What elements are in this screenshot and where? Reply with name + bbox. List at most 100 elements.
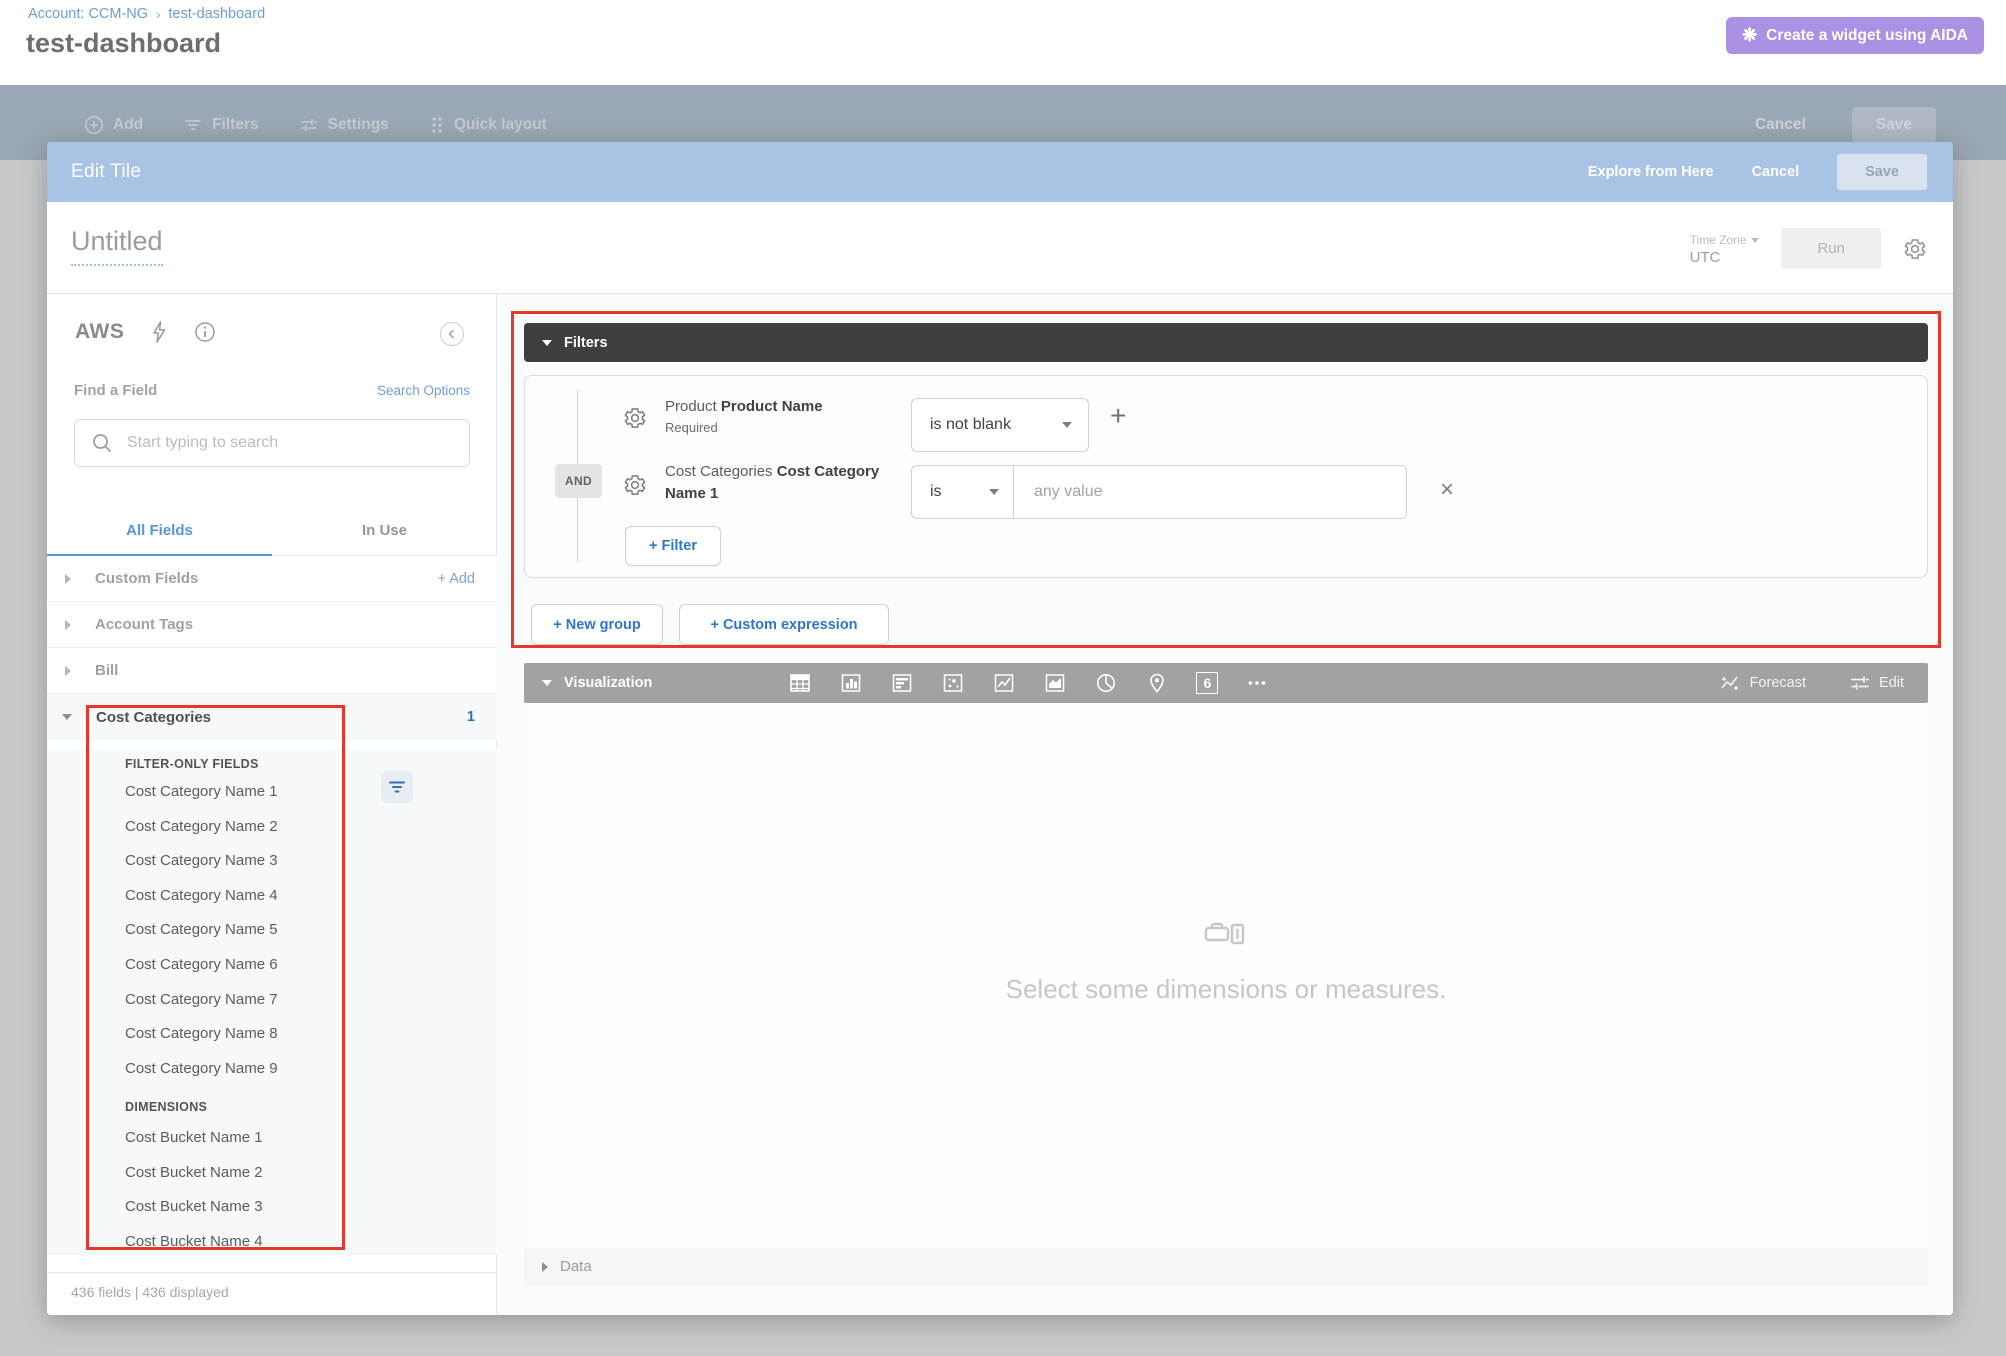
toolbar-save-button[interactable]: Save (1852, 107, 1936, 143)
chevron-down-icon (62, 714, 72, 720)
field-item[interactable]: Cost Category Name 3 (125, 844, 278, 879)
filter-operator-select[interactable]: is (912, 466, 1014, 518)
field-item[interactable]: Cost Bucket Name 1 (125, 1121, 263, 1156)
create-widget-aida-button[interactable]: ❋ Create a widget using AIDA (1726, 17, 1984, 54)
field-item[interactable]: Cost Bucket Name 3 (125, 1190, 263, 1225)
cost-categories-expanded-panel: FILTER-ONLY FIELDS Cost Category Name 1 … (47, 749, 497, 1255)
aida-button-label: Create a widget using AIDA (1766, 27, 1968, 45)
breadcrumb-current-link[interactable]: test-dashboard (168, 6, 265, 22)
collapse-sidebar-icon[interactable] (440, 322, 464, 346)
add-filter-button[interactable]: + Filter (625, 526, 721, 566)
filter-field-name[interactable]: Product Product Name (665, 396, 823, 418)
line-chart-viz-icon[interactable] (992, 671, 1016, 695)
find-a-field-label: Find a Field (74, 382, 157, 399)
new-group-button[interactable]: + New group (531, 604, 663, 645)
filter-operator-select[interactable]: is not blank (911, 398, 1089, 452)
map-viz-icon[interactable] (1145, 671, 1169, 695)
chevron-right-icon (542, 1262, 548, 1272)
field-name: Product Name (721, 398, 823, 415)
info-icon[interactable] (194, 321, 216, 343)
field-item[interactable]: Cost Category Name 8 (125, 1017, 278, 1052)
model-name-label: AWS (75, 320, 124, 344)
pie-chart-viz-icon[interactable] (1094, 671, 1118, 695)
add-filter-value-icon[interactable]: + (1110, 400, 1126, 432)
logic-operator-chip[interactable]: AND (555, 464, 602, 498)
field-item[interactable]: Cost Category Name 7 (125, 983, 278, 1018)
edit-visualization-button[interactable]: Edit (1850, 673, 1904, 693)
explore-main-area: Filters AND Product Product Name Require… (498, 294, 1953, 1315)
query-settings-gear-icon[interactable] (1903, 237, 1927, 261)
custom-expression-button[interactable]: + Custom expression (679, 604, 889, 645)
edit-tile-modal: Edit Tile Explore from Here Cancel Save … (47, 142, 1953, 1315)
filter-lines-icon (183, 115, 203, 135)
single-value-viz-icon[interactable]: 6 (1196, 672, 1218, 694)
filter-field-name[interactable]: Cost Categories Cost Category Name 1 (665, 461, 901, 505)
breadcrumb-account-link[interactable]: Account: CCM-NG (28, 6, 148, 22)
chevron-down-icon (542, 680, 552, 686)
field-item[interactable]: Cost Category Name 4 (125, 879, 278, 914)
column-chart-viz-icon[interactable] (839, 671, 863, 695)
grid-dots-icon (429, 116, 445, 134)
section-label: Account Tags (95, 616, 193, 633)
tab-all-fields[interactable]: All Fields (47, 506, 272, 555)
data-section-header[interactable]: Data (524, 1248, 1928, 1285)
timezone-value: UTC (1690, 249, 1760, 266)
breadcrumb-separator: › (156, 7, 160, 22)
search-options-link[interactable]: Search Options (377, 383, 470, 398)
sidebar-section-cost-categories[interactable]: Cost Categories 1 (47, 694, 497, 740)
dimensions-label: DIMENSIONS (125, 1100, 207, 1114)
section-label: Cost Categories (96, 709, 211, 726)
field-search-input[interactable] (127, 434, 453, 452)
page-header: Account: CCM-NG › test-dashboard test-da… (0, 0, 2006, 85)
modal-cancel-button[interactable]: Cancel (1752, 164, 1800, 180)
visualization-section-header[interactable]: Visualization 6 Forecast (524, 663, 1928, 703)
section-label: Custom Fields (95, 570, 198, 587)
bolt-icon[interactable] (150, 320, 168, 344)
toolbar-filters-button[interactable]: Filters (183, 115, 259, 135)
sidebar-section-account-tags[interactable]: Account Tags (47, 602, 497, 648)
forecast-button[interactable]: Forecast (1719, 673, 1806, 693)
toolbar-add-button[interactable]: Add (84, 115, 143, 135)
tile-name-input[interactable]: Untitled (71, 226, 163, 266)
field-view-name: Product (665, 398, 721, 415)
toolbar-settings-button[interactable]: Settings (299, 115, 389, 135)
toolbar-cancel-button[interactable]: Cancel (1755, 116, 1806, 134)
field-picker-sidebar: AWS Find a Field Search Options All Fiel… (47, 294, 497, 1315)
modal-save-button[interactable]: Save (1837, 154, 1927, 190)
explore-from-here-link[interactable]: Explore from Here (1588, 164, 1714, 180)
run-button[interactable]: Run (1781, 228, 1881, 269)
filters-section-header[interactable]: Filters (524, 323, 1928, 362)
remove-filter-icon[interactable]: × (1440, 476, 1454, 504)
filter-value-input[interactable] (1014, 466, 1406, 518)
fields-count-status: 436 fields | 436 displayed (71, 1284, 229, 1300)
modal-title: Edit Tile (71, 161, 141, 183)
add-custom-field-link[interactable]: + Add (438, 571, 476, 587)
page-title: test-dashboard (26, 28, 221, 59)
field-item[interactable]: Cost Category Name 5 (125, 913, 278, 948)
table-viz-icon[interactable] (788, 671, 812, 695)
filter-field-gear-icon[interactable] (623, 406, 647, 430)
field-item[interactable]: Cost Bucket Name 4 (125, 1225, 263, 1255)
tab-in-use[interactable]: In Use (272, 506, 497, 555)
field-item[interactable]: Cost Category Name 9 (125, 1052, 278, 1087)
timezone-selector[interactable]: Time Zone UTC (1690, 232, 1760, 266)
field-item[interactable]: Cost Bucket Name 2 (125, 1156, 263, 1191)
single-value-glyph: 6 (1203, 675, 1211, 691)
empty-state-message: Select some dimensions or measures. (524, 974, 1928, 1005)
search-icon (91, 432, 113, 454)
scatter-viz-icon[interactable] (941, 671, 965, 695)
active-filter-chip[interactable] (381, 771, 413, 803)
field-view-name: Cost Categories (665, 463, 777, 480)
field-item[interactable]: Cost Category Name 2 (125, 810, 278, 845)
area-chart-viz-icon[interactable] (1043, 671, 1067, 695)
sidebar-section-custom-fields[interactable]: Custom Fields + Add (47, 556, 497, 602)
more-viz-types-icon[interactable] (1245, 671, 1269, 695)
filter-field-gear-icon[interactable] (623, 473, 647, 497)
sidebar-section-bill[interactable]: Bill (47, 648, 497, 694)
toolbar-quick-layout-button[interactable]: Quick layout (429, 116, 547, 134)
bar-chart-viz-icon[interactable] (890, 671, 914, 695)
field-item[interactable]: Cost Category Name 1 (125, 775, 278, 810)
chevron-right-icon (65, 620, 71, 630)
toolbar-filters-label: Filters (212, 116, 259, 134)
field-item[interactable]: Cost Category Name 6 (125, 948, 278, 983)
